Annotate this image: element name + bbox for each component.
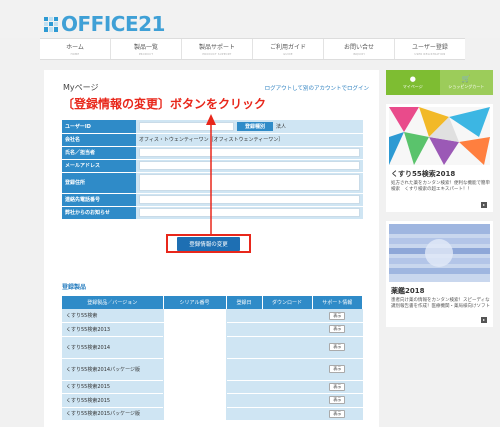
tab-mypage[interactable]: ● マイページ [386,70,440,95]
change-registration-button[interactable]: 登録情報の変更 [177,236,240,251]
change-registration-highlight: 登録情報の変更 [166,234,251,253]
kusuri55-banner-image [389,107,490,165]
view-support-button[interactable]: 表示 [329,396,346,405]
col-support: サポート情報 [312,296,363,309]
sidebar: ● マイページ 🛒 ショッピングカート くすり55検索2018 処方された薬をカ… [386,70,493,327]
products-table: 登録製品／バージョン シリアル番号 登録日 ダウンロード サポート情報 くすり5… [62,296,363,421]
tab-label: ショッピングカート [448,84,485,89]
sidebar-tabs: ● マイページ 🛒 ショッピングカート [386,70,493,95]
view-support-button[interactable]: 表示 [329,409,346,418]
col-product: 登録製品／バージョン [62,296,164,309]
ad-yakkan[interactable]: 薬鑑2018 患者向け薬の情報をカンタン検索！スピーディな識別報告書を作成！医療… [386,221,493,327]
product-name: くすり55検索2015 [62,380,163,394]
arrow-right-icon: ▸ [481,202,487,208]
tab-cart[interactable]: 🛒 ショッピングカート [439,70,493,95]
view-support-button[interactable]: 表示 [329,343,346,351]
ad-description: 患者向け薬の情報をカンタン検索！スピーディな識別報告書を作成！医療機関・薬局様向… [391,298,490,309]
yakkan-banner-image [389,224,490,282]
view-support-button[interactable]: 表示 [329,365,346,373]
arrow-right-icon: ▸ [481,317,487,323]
product-name: くすり55検索 [62,309,163,323]
view-support-button[interactable]: 表示 [329,325,346,334]
ad-description: 処方された薬をカンタン検索！便利な機能で簡単検索 くすり検索の超エキスパート！！ [391,181,490,192]
view-support-button[interactable]: 表示 [329,311,346,320]
ad-kusuri55[interactable]: くすり55検索2018 処方された薬をカンタン検索！便利な機能で簡単検索 くすり… [386,104,493,212]
product-name: くすり55検索2015パッケージ版 [62,407,163,421]
product-name: くすり55検索2013 [62,322,163,337]
serial-cell [162,309,227,421]
col-download: ダウンロード [262,296,313,309]
table-row: くすり55検索 表示 [62,309,363,421]
user-icon: ● [409,75,416,83]
ad-title: 薬鑑2018 [391,287,425,295]
tab-label: マイページ [402,84,423,89]
product-name: くすり55検索2015 [62,393,163,408]
col-date: 登録日 [226,296,263,309]
view-support-button[interactable]: 表示 [329,382,346,391]
table-header-row: 登録製品／バージョン シリアル番号 登録日 ダウンロード サポート情報 [62,296,363,309]
col-serial: シリアル番号 [163,296,227,309]
registered-products-title: 登録製品 [62,284,87,291]
cart-icon: 🛒 [461,75,471,83]
product-name: くすり55検索2014パッケージ版 [62,358,163,381]
product-name: くすり55検索2014 [62,336,163,359]
ad-title: くすり55検索2018 [391,170,456,178]
